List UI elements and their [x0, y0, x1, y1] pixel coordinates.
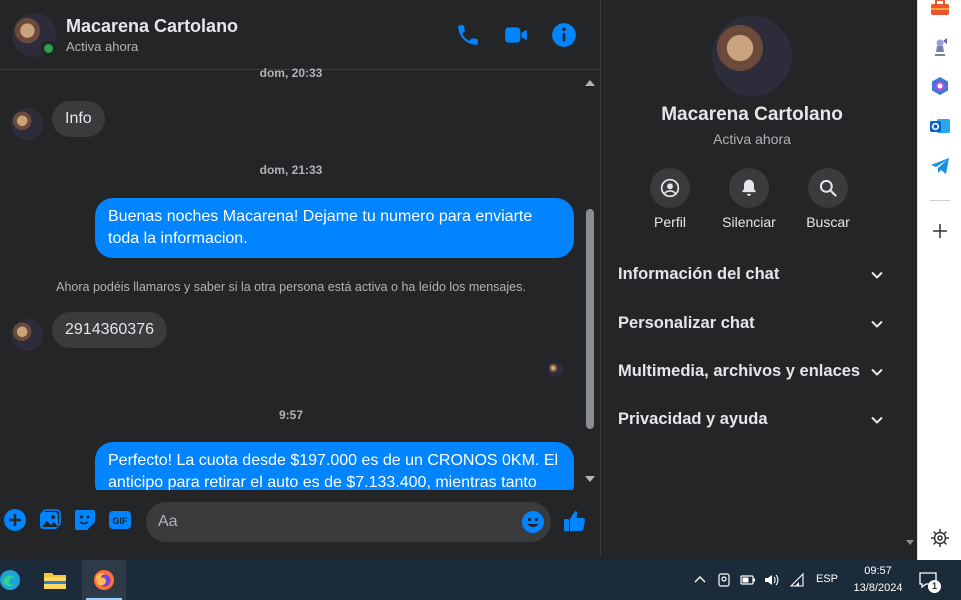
message-thread: dom, 20:33 Info dom, 21:33 Buenas noches… — [0, 62, 582, 490]
volume-icon[interactable] — [763, 572, 779, 588]
meet-now-icon[interactable] — [716, 572, 732, 588]
clock-date: 13/8/2024 — [853, 582, 903, 594]
section-chat-info[interactable]: Información del chat — [618, 258, 886, 292]
gif-icon[interactable]: GIF — [108, 508, 132, 532]
search-button[interactable]: Buscar — [788, 168, 868, 230]
chat-header: Macarena Cartolano Activa ahora — [0, 0, 600, 70]
edge-icon — [0, 570, 20, 590]
notification-center-button[interactable]: 1 — [918, 570, 941, 593]
svg-text:GIF: GIF — [113, 516, 129, 526]
message-input[interactable] — [158, 510, 508, 534]
bell-icon — [729, 168, 769, 208]
contact-status: Activa ahora — [66, 39, 139, 54]
firefox-taskbar-button[interactable] — [82, 560, 126, 600]
scroll-thumb[interactable] — [586, 209, 594, 429]
chat-pane: Macarena Cartolano Activa ahora dom, 20:… — [0, 0, 600, 556]
message-avatar — [11, 108, 43, 140]
toolbox-icon[interactable] — [929, 0, 951, 18]
sticker-icon[interactable] — [73, 508, 97, 532]
section-label: Multimedia, archivos y enlaces — [618, 362, 861, 380]
firefox-icon — [94, 570, 114, 590]
section-customize-chat[interactable]: Personalizar chat — [618, 307, 886, 341]
timestamp: dom, 21:33 — [259, 163, 323, 177]
message-avatar — [11, 319, 43, 351]
mute-button[interactable]: Silenciar — [709, 168, 789, 230]
video-icon[interactable] — [503, 22, 529, 48]
info-contact-status: Activa ahora — [713, 131, 791, 147]
info-icon[interactable] — [551, 22, 577, 48]
browser-sidebar — [917, 0, 961, 560]
profile-label: Perfil — [654, 214, 686, 230]
section-privacy-help[interactable]: Privacidad y ayuda — [618, 403, 886, 437]
file-explorer-icon — [44, 573, 66, 589]
section-label: Privacidad y ayuda — [618, 410, 768, 428]
system-clock[interactable]: 09:57 13/8/2024 — [848, 563, 908, 597]
image-icon[interactable] — [38, 508, 62, 532]
contact-avatar-large[interactable] — [712, 16, 792, 96]
contact-name[interactable]: Macarena Cartolano — [66, 16, 238, 37]
thread-scrollbar[interactable] — [583, 72, 597, 490]
windows-taskbar: ESP 09:57 13/8/2024 1 — [0, 560, 961, 600]
scroll-down-arrow[interactable] — [906, 540, 914, 545]
telegram-icon[interactable] — [929, 155, 951, 177]
sidebar-divider — [930, 200, 950, 201]
profile-icon — [650, 168, 690, 208]
like-icon[interactable] — [563, 509, 587, 533]
read-receipt-avatar — [548, 362, 563, 377]
outgoing-message[interactable]: Buenas noches Macarena! Dejame tu numero… — [95, 198, 574, 258]
scroll-up-arrow[interactable] — [585, 80, 595, 86]
outlook-icon[interactable] — [929, 115, 951, 137]
settings-icon[interactable] — [929, 527, 951, 549]
mute-label: Silenciar — [722, 214, 776, 230]
plus-icon[interactable] — [3, 508, 27, 532]
active-status-notice: Ahora podéis llamaros y saber si la otra… — [56, 280, 526, 294]
online-indicator — [41, 41, 56, 56]
add-icon[interactable] — [929, 220, 951, 242]
chevron-down-icon — [871, 320, 883, 328]
message-input-box[interactable] — [146, 502, 551, 542]
incoming-message[interactable]: Info — [52, 101, 105, 137]
battery-icon[interactable] — [740, 572, 756, 588]
chess-icon[interactable] — [929, 35, 951, 57]
edge-taskbar-button[interactable] — [0, 560, 32, 600]
chevron-down-icon — [871, 368, 883, 376]
section-media-files-links[interactable]: Multimedia, archivos y enlaces — [618, 355, 886, 389]
profile-button[interactable]: Perfil — [630, 168, 710, 230]
clock-time: 09:57 — [864, 565, 892, 577]
chevron-down-icon — [871, 271, 883, 279]
section-label: Información del chat — [618, 265, 780, 283]
chevron-up-icon[interactable] — [692, 572, 708, 588]
search-label: Buscar — [806, 214, 850, 230]
phone-icon[interactable] — [455, 22, 481, 48]
search-icon — [808, 168, 848, 208]
page-scrollbar[interactable] — [903, 0, 917, 556]
scroll-down-arrow[interactable] — [585, 476, 595, 482]
timestamp: 9:57 — [278, 408, 304, 422]
conversation-info-panel: Macarena Cartolano Activa ahora Perfil S… — [601, 0, 903, 556]
section-label: Personalizar chat — [618, 314, 755, 332]
emoji-icon[interactable] — [521, 510, 545, 534]
info-contact-name: Macarena Cartolano — [661, 104, 843, 125]
language-indicator[interactable]: ESP — [816, 573, 838, 585]
composer: GIF — [0, 496, 600, 552]
chevron-down-icon — [871, 416, 883, 424]
screen: Macarena Cartolano Activa ahora dom, 20:… — [0, 0, 961, 600]
timestamp: dom, 20:33 — [259, 66, 323, 80]
notification-count-badge: 1 — [928, 580, 941, 593]
outgoing-message[interactable]: Perfecto! La cuota desde $197.000 es de … — [95, 442, 574, 490]
file-explorer-taskbar-button[interactable] — [33, 560, 77, 600]
copilot-icon[interactable] — [929, 75, 951, 97]
incoming-message[interactable]: 2914360376 — [52, 312, 167, 348]
wifi-icon[interactable] — [789, 572, 805, 588]
